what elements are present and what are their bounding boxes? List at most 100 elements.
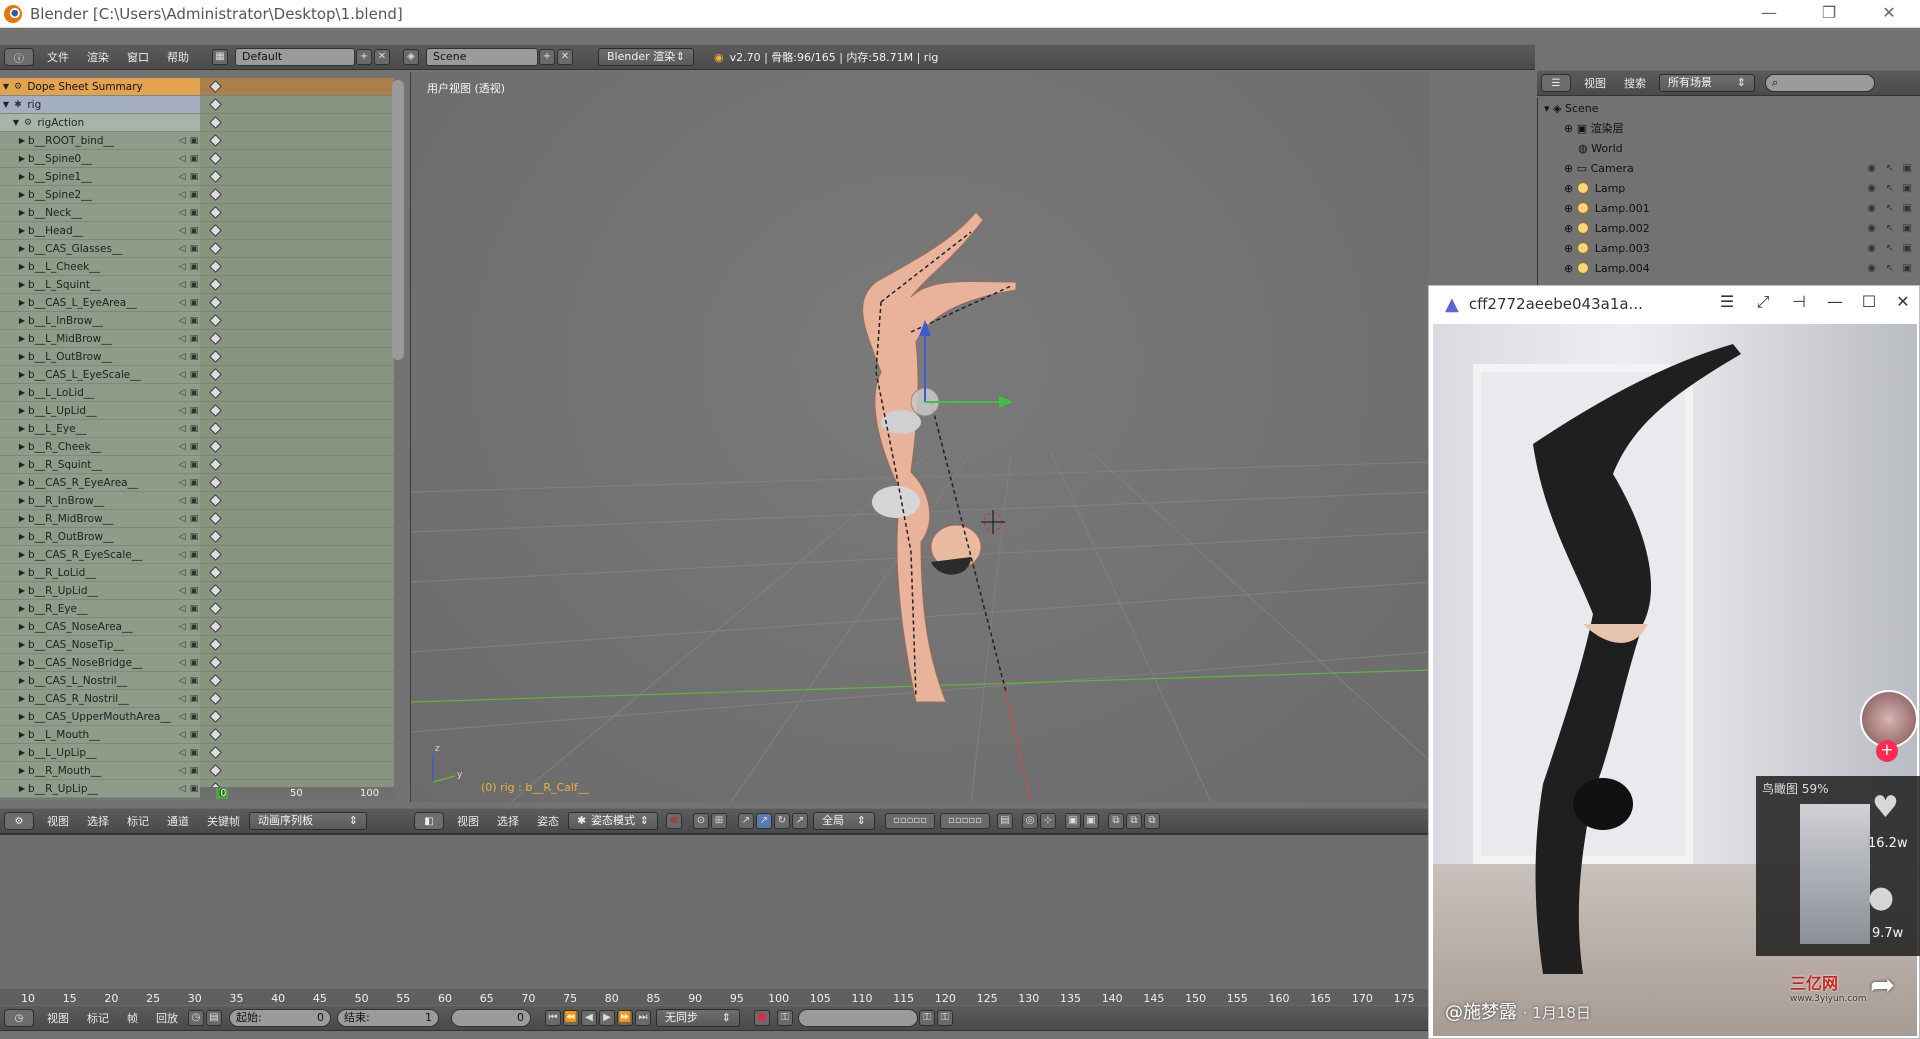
lock-icon[interactable]: ▣: [188, 442, 200, 452]
dopesheet-channel-row[interactable]: ▶ b__R_UpLip__ ◁ ▣: [0, 780, 200, 798]
expand-arrow-icon[interactable]: ▶: [16, 172, 28, 181]
mute-speaker-icon[interactable]: ◁: [176, 334, 188, 344]
dopesheet-channel-row[interactable]: ▶ b__CAS_NoseArea__ ◁ ▣: [0, 618, 200, 636]
dopesheet-channel-row[interactable]: ▶ b__L_UpLid__ ◁ ▣: [0, 402, 200, 420]
keyframe-diamond[interactable]: [209, 188, 222, 201]
mute-speaker-icon[interactable]: ◁: [176, 784, 188, 794]
keyframe-diamond[interactable]: [209, 404, 222, 417]
mute-speaker-icon[interactable]: ◁: [176, 244, 188, 254]
viewport-menu-select[interactable]: 选择: [488, 813, 528, 829]
mute-speaker-icon[interactable]: ◁: [176, 460, 188, 470]
dopesheet-channel-row[interactable]: ▶ b__L_Squint__ ◁ ▣: [0, 276, 200, 294]
mute-speaker-icon[interactable]: ◁: [176, 658, 188, 668]
lock-icon[interactable]: ▣: [188, 226, 200, 236]
menu-render[interactable]: 渲染: [78, 49, 118, 65]
lock-icon[interactable]: ▣: [188, 604, 200, 614]
expand-arrow-icon[interactable]: ▶: [16, 244, 28, 253]
mute-speaker-icon[interactable]: ◁: [176, 766, 188, 776]
dopesheet-action-row[interactable]: ▼ ⚙ rigAction: [0, 114, 200, 132]
mute-speaker-icon[interactable]: ◁: [176, 604, 188, 614]
mute-speaker-icon[interactable]: ◁: [176, 406, 188, 416]
expand-arrow-icon[interactable]: ▶: [16, 442, 28, 451]
outliner-item-render-layers[interactable]: ⊕ ▣ 渲染层: [1538, 118, 1920, 138]
outliner-item-lamp-002[interactable]: ⊕ Lamp.002 ◉ ↖ ▣: [1538, 218, 1920, 238]
visibility-eye-icon[interactable]: ◉: [1867, 223, 1876, 234]
3d-cursor-icon[interactable]: [981, 510, 1005, 534]
mute-speaker-icon[interactable]: ◁: [176, 388, 188, 398]
comment-bubble-icon[interactable]: ●: [1868, 880, 1894, 915]
select-cursor-icon[interactable]: ↖: [1886, 243, 1894, 254]
dopesheet-menu-view[interactable]: 视图: [38, 813, 78, 829]
lock-icon[interactable]: ▣: [188, 136, 200, 146]
keyframe-diamond[interactable]: [209, 458, 222, 471]
render-camera-icon[interactable]: ▣: [1903, 263, 1912, 274]
dopesheet-channel-row[interactable]: ▶ b__R_Eye__ ◁ ▣: [0, 600, 200, 618]
keyframe-diamond[interactable]: [209, 242, 222, 255]
lock-icon[interactable]: ▣: [188, 460, 200, 470]
lock-icon[interactable]: ▣: [188, 748, 200, 758]
lock-icon[interactable]: ▣: [188, 280, 200, 290]
mute-speaker-icon[interactable]: ◁: [176, 280, 188, 290]
render-image-icon[interactable]: ▣: [1065, 813, 1081, 829]
lock-icon[interactable]: ▣: [188, 298, 200, 308]
dopesheet-channel-row[interactable]: ▶ b__R_OutBrow__ ◁ ▣: [0, 528, 200, 546]
keyframe-diamond[interactable]: [209, 170, 222, 183]
paste-pose-icon[interactable]: ⧉: [1126, 813, 1142, 829]
outliner-menu-view[interactable]: 视图: [1575, 75, 1615, 91]
interaction-mode-dropdown[interactable]: ✱ 姿态模式 ⇕: [568, 812, 658, 830]
lock-icon[interactable]: ▣: [188, 766, 200, 776]
outliner-item-scene[interactable]: ▾ ◈ Scene: [1538, 98, 1920, 118]
keyframe-diamond[interactable]: [209, 332, 222, 345]
expand-arrow-icon[interactable]: ▶: [16, 388, 28, 397]
expand-arrow-icon[interactable]: ▶: [16, 136, 28, 145]
lock-icon[interactable]: ▣: [188, 172, 200, 182]
expand-arrow-icon[interactable]: ▶: [16, 424, 28, 433]
dopesheet-channel-row[interactable]: ▶ b__Neck__ ◁ ▣: [0, 204, 200, 222]
play-reverse-icon[interactable]: ◀: [581, 1010, 597, 1026]
proportional-edit-icon[interactable]: ◎: [1022, 813, 1038, 829]
render-camera-icon[interactable]: ▣: [1903, 223, 1912, 234]
mute-speaker-icon[interactable]: ◁: [176, 370, 188, 380]
lock-icon[interactable]: ▣: [188, 244, 200, 254]
dopesheet-channel-row[interactable]: ▶ b__CAS_UpperMouthArea__ ◁ ▣: [0, 708, 200, 726]
mute-speaker-icon[interactable]: ◁: [176, 568, 188, 578]
keyframe-diamond[interactable]: [209, 386, 222, 399]
collapse-arrow-icon[interactable]: ▼: [0, 100, 12, 109]
keyframe-diamond[interactable]: [209, 584, 222, 597]
restore-button[interactable]: ❐: [1806, 0, 1852, 28]
timeline-menu-frame[interactable]: 帧: [118, 1010, 147, 1026]
select-cursor-icon[interactable]: ↖: [1886, 163, 1894, 174]
expand-arrow-icon[interactable]: ▶: [16, 658, 28, 667]
render-camera-icon[interactable]: ▣: [1903, 203, 1912, 214]
play-icon[interactable]: ▶: [599, 1010, 615, 1026]
start-frame-field[interactable]: 起始: 0: [229, 1009, 331, 1027]
player-minimize-icon[interactable]: —: [1817, 292, 1853, 311]
jump-prev-key-icon[interactable]: ⏪: [563, 1010, 579, 1026]
player-pin-icon[interactable]: ⊣: [1781, 292, 1817, 311]
expand-arrow-icon[interactable]: ▶: [16, 478, 28, 487]
scale-manipulator-icon[interactable]: ↻: [774, 813, 790, 829]
player-maximize-icon[interactable]: ☐: [1851, 292, 1887, 311]
dopesheet-menu-select[interactable]: 选择: [78, 813, 118, 829]
expand-arrow-icon[interactable]: ▶: [16, 460, 28, 469]
keyframe-diamond[interactable]: [209, 602, 222, 615]
keying-set-icon[interactable]: ⚿: [777, 1010, 793, 1026]
lock-icon[interactable]: ▣: [188, 532, 200, 542]
close-button[interactable]: ✕: [1866, 0, 1912, 28]
visibility-eye-icon[interactable]: ◉: [1867, 263, 1876, 274]
dopesheet-mode-dropdown[interactable]: 动画序列板 ⇕: [249, 812, 367, 830]
minimize-button[interactable]: —: [1746, 0, 1792, 28]
jump-end-icon[interactable]: ⏭: [635, 1010, 651, 1026]
lock-icon[interactable]: ▣: [188, 730, 200, 740]
mute-speaker-icon[interactable]: ◁: [176, 550, 188, 560]
delete-key-icon[interactable]: ⚿: [937, 1010, 953, 1026]
lock-icon[interactable]: ▣: [188, 190, 200, 200]
expand-arrow-icon[interactable]: ▶: [16, 532, 28, 541]
layer-buttons-a[interactable]: ▫▫▫▫▫: [885, 813, 935, 829]
shading-solid-icon[interactable]: ⊗: [666, 813, 682, 829]
expand-arrow-icon[interactable]: ▶: [16, 370, 28, 379]
dopesheet-channel-row[interactable]: ▶ b__Spine2__ ◁ ▣: [0, 186, 200, 204]
dopesheet-channel-row[interactable]: ▶ b__CAS_R_EyeArea__ ◁ ▣: [0, 474, 200, 492]
render-anim-icon[interactable]: ▣: [1083, 813, 1099, 829]
keyframe-diamond[interactable]: [209, 224, 222, 237]
